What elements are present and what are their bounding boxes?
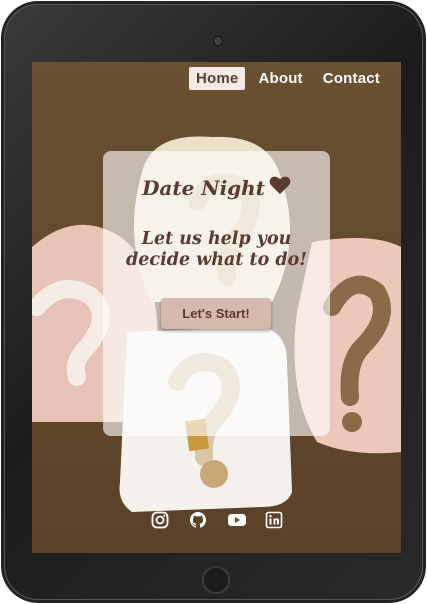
heart-icon — [269, 175, 291, 200]
youtube-icon[interactable] — [227, 511, 246, 529]
linkedin-icon[interactable] — [265, 511, 283, 529]
nav-about-link[interactable]: About — [251, 67, 309, 90]
screen: Home About Contact Date Night Let us hel… — [32, 62, 401, 553]
home-button[interactable] — [202, 566, 230, 594]
top-navigation: Home About Contact — [188, 67, 387, 90]
instagram-icon[interactable] — [151, 511, 169, 529]
intro-card: Date Night Let us help you decide what t… — [103, 151, 330, 436]
tagline: Let us help you decide what to do! — [126, 229, 307, 270]
nav-home-link[interactable]: Home — [188, 67, 246, 90]
camera-icon — [213, 36, 223, 46]
lets-start-button[interactable]: Let's Start! — [161, 298, 271, 329]
tablet-frame: Home About Contact Date Night Let us hel… — [4, 4, 423, 600]
github-icon[interactable] — [189, 511, 207, 529]
nav-contact-link[interactable]: Contact — [316, 67, 387, 90]
title-text: Date Night — [142, 176, 265, 200]
social-links — [32, 511, 401, 529]
page-title: Date Night — [103, 176, 330, 200]
